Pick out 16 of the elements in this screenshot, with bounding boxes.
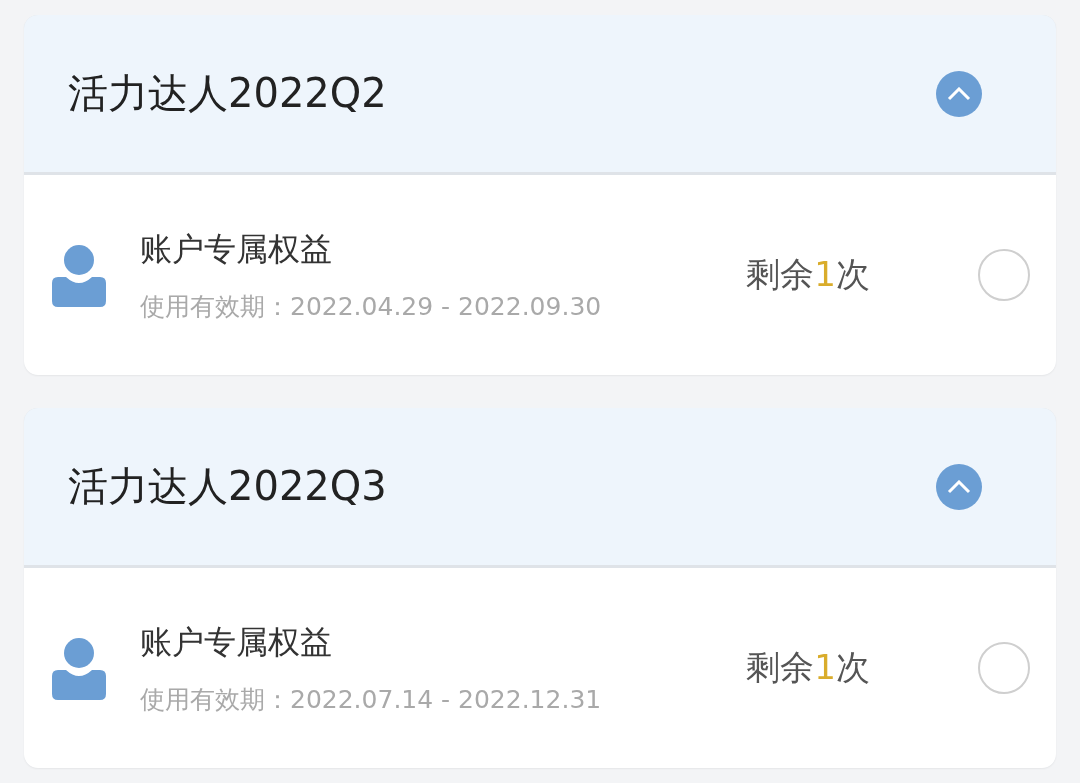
benefit-name: 账户专属权益 [140, 228, 333, 270]
collapse-button[interactable] [936, 70, 982, 117]
validity-text: 使用有效期：2022.04.29 - 2022.09.30 [140, 290, 603, 323]
benefit-name: 账户专属权益 [140, 621, 333, 663]
remaining-count: 剩余1次 [746, 253, 870, 296]
collapse-button[interactable] [936, 463, 982, 510]
radio-button[interactable] [978, 642, 1030, 694]
chevron-up-icon [947, 479, 971, 494]
person-icon [52, 243, 106, 307]
group-title: 活力达人2022Q2 [68, 69, 387, 118]
radio-button[interactable] [978, 249, 1030, 301]
person-icon [52, 636, 106, 700]
remaining-count: 剩余1次 [746, 646, 870, 689]
validity-text: 使用有效期：2022.07.14 - 2022.12.31 [140, 683, 603, 716]
group-title: 活力达人2022Q3 [68, 462, 387, 511]
chevron-up-icon [947, 86, 971, 101]
